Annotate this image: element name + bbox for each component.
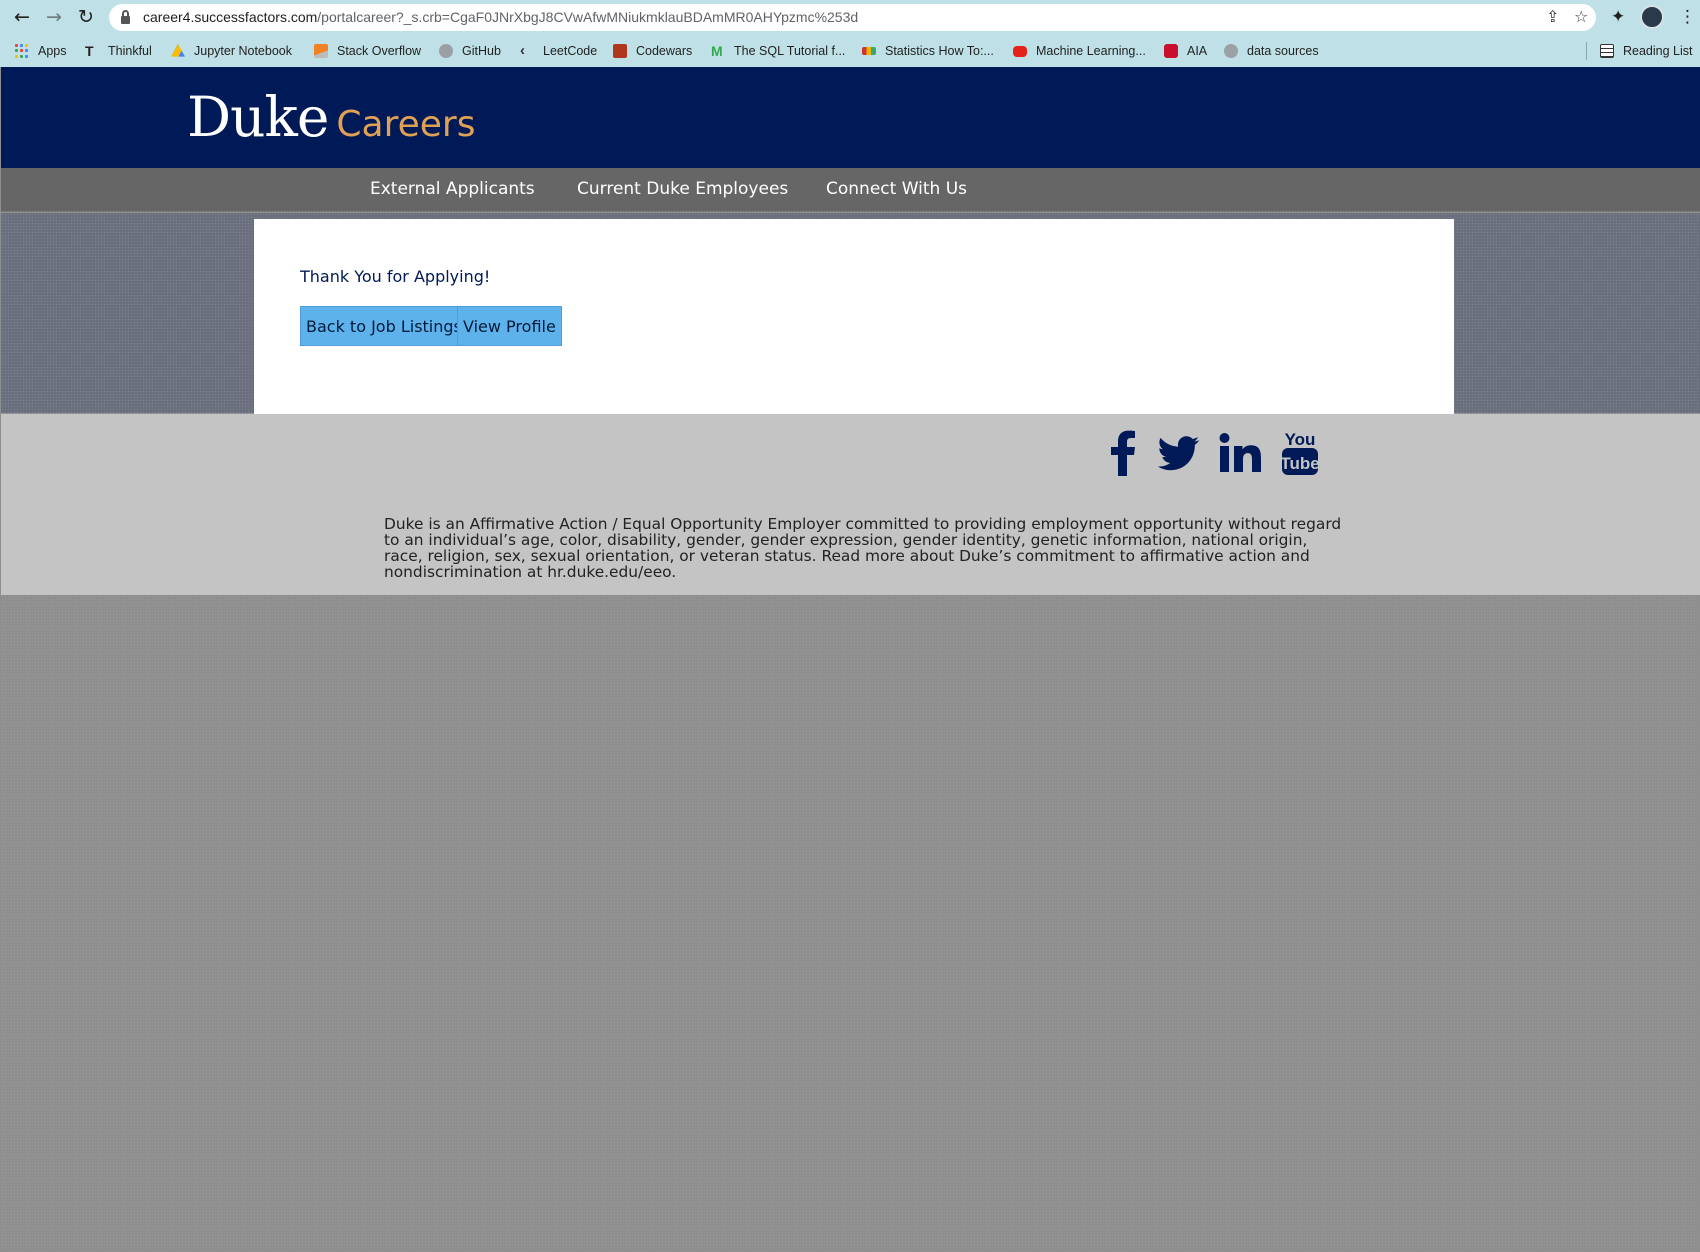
bookmark-github[interactable]: GitHub xyxy=(439,41,501,61)
menu-kebab-icon[interactable]: ⋮ xyxy=(1679,5,1696,29)
thank-you-message: Thank You for Applying! xyxy=(300,267,491,286)
facebook-icon[interactable] xyxy=(1109,430,1137,476)
url-domain: career4.successfactors.com xyxy=(143,9,318,25)
leetcode-icon: ‹ xyxy=(520,42,525,59)
bookmark-label: Statistics How To:... xyxy=(885,44,994,58)
linkedin-icon[interactable] xyxy=(1219,433,1261,473)
bookmark-label: AIA xyxy=(1187,44,1208,58)
url-path: /portalcareer?_s.crb=CgaF0JNrXbgJ8CVwAfw… xyxy=(317,9,859,25)
bookmark-machine-learning[interactable]: Machine Learning... xyxy=(1013,41,1146,61)
bookmark-statistics-how-to[interactable]: Statistics How To:... xyxy=(862,41,994,61)
duke-careers-logo[interactable]: Duke Careers xyxy=(187,85,475,149)
eeo-statement: Duke is an Affirmative Action / Equal Op… xyxy=(384,515,1342,581)
logo-careers-text: Careers xyxy=(336,104,476,145)
github-icon xyxy=(439,44,453,58)
stackoverflow-icon xyxy=(314,44,328,58)
bookmark-leetcode[interactable]: ‹ LeetCode xyxy=(520,41,597,61)
profile-avatar[interactable] xyxy=(1640,5,1664,29)
nav-current-duke-employees[interactable]: Current Duke Employees xyxy=(577,179,788,199)
bookmark-data-sources[interactable]: data sources xyxy=(1224,41,1319,61)
back-to-job-listings-button[interactable]: Back to Job Listings xyxy=(300,306,468,346)
page-background: Duke Careers External Applicants Current … xyxy=(1,67,1700,1252)
bookmark-label: Stack Overflow xyxy=(337,44,422,58)
bookmark-sql-tutorial[interactable]: M The SQL Tutorial f... xyxy=(711,41,845,61)
nav-connect-with-us[interactable]: Connect With Us xyxy=(826,179,967,199)
view-profile-button[interactable]: View Profile xyxy=(457,306,562,346)
reading-list[interactable]: Reading List xyxy=(1600,41,1693,61)
github-icon xyxy=(1224,44,1238,58)
address-bar[interactable]: career4.successfactors.com/portalcareer?… xyxy=(109,4,1596,31)
extensions-icon[interactable]: ✦ xyxy=(1611,5,1625,29)
bookmark-label: Jupyter Notebook xyxy=(194,44,292,58)
google-drive-icon xyxy=(171,44,185,57)
lock-icon[interactable] xyxy=(121,10,130,24)
nav-external-applicants[interactable]: External Applicants xyxy=(370,179,535,199)
bookmark-label: data sources xyxy=(1247,44,1319,58)
bookmarks-bar: Apps T Thinkful Jupyter Notebook Stack O… xyxy=(0,35,1700,67)
share-icon[interactable]: ⇪ xyxy=(1546,7,1559,27)
bookmark-apps[interactable]: Apps xyxy=(15,41,67,61)
statistics-icon xyxy=(862,47,876,55)
site-footer: You Tube Duke is an Affirmative Action /… xyxy=(1,414,1700,595)
youtube-icon[interactable]: You Tube xyxy=(1280,428,1320,476)
aia-icon xyxy=(1164,44,1178,58)
apps-grid-icon xyxy=(15,44,29,58)
browser-toolbar: ← → ↻ career4.successfactors.com/portalc… xyxy=(0,0,1700,35)
main-nav: External Applicants Current Duke Employe… xyxy=(1,168,1700,212)
forward-arrow-icon[interactable]: → xyxy=(42,5,66,29)
site-header: Duke Careers xyxy=(1,67,1700,168)
bookmark-label: LeetCode xyxy=(543,44,598,58)
bookmark-thinkful[interactable]: T Thinkful xyxy=(85,41,152,61)
bookmark-label: Thinkful xyxy=(108,44,152,58)
reading-list-icon xyxy=(1600,44,1614,58)
youtube-top-text: You xyxy=(1285,430,1316,449)
bookmark-stack-overflow[interactable]: Stack Overflow xyxy=(314,41,421,61)
bookmark-star-icon[interactable]: ☆ xyxy=(1574,7,1588,27)
back-arrow-icon[interactable]: ← xyxy=(10,5,34,29)
bookmark-jupyter-notebook[interactable]: Jupyter Notebook xyxy=(171,41,292,61)
confirmation-panel: Thank You for Applying! Back to Job List… xyxy=(254,219,1454,414)
bookmarks-divider xyxy=(1586,42,1587,60)
bookmark-aia[interactable]: AIA xyxy=(1164,41,1207,61)
reload-icon[interactable]: ↻ xyxy=(74,5,98,29)
url-text[interactable]: career4.successfactors.com/portalcareer?… xyxy=(143,9,858,25)
twitter-icon[interactable] xyxy=(1157,436,1200,472)
youtube-bottom-text: Tube xyxy=(1281,454,1319,473)
thinkful-icon: T xyxy=(85,43,94,59)
codewars-icon xyxy=(613,44,627,58)
bookmark-label: Codewars xyxy=(636,44,693,58)
bookmark-label: Machine Learning... xyxy=(1036,44,1146,58)
bookmark-label: Apps xyxy=(38,44,67,58)
bookmark-codewars[interactable]: Codewars xyxy=(613,41,692,61)
logo-duke-text: Duke xyxy=(187,85,329,149)
youtube-icon xyxy=(1013,45,1027,57)
sql-tutorial-icon: M xyxy=(711,43,723,59)
reading-list-label: Reading List xyxy=(1623,44,1693,58)
bookmark-label: The SQL Tutorial f... xyxy=(734,44,846,58)
bookmark-label: GitHub xyxy=(462,44,501,58)
